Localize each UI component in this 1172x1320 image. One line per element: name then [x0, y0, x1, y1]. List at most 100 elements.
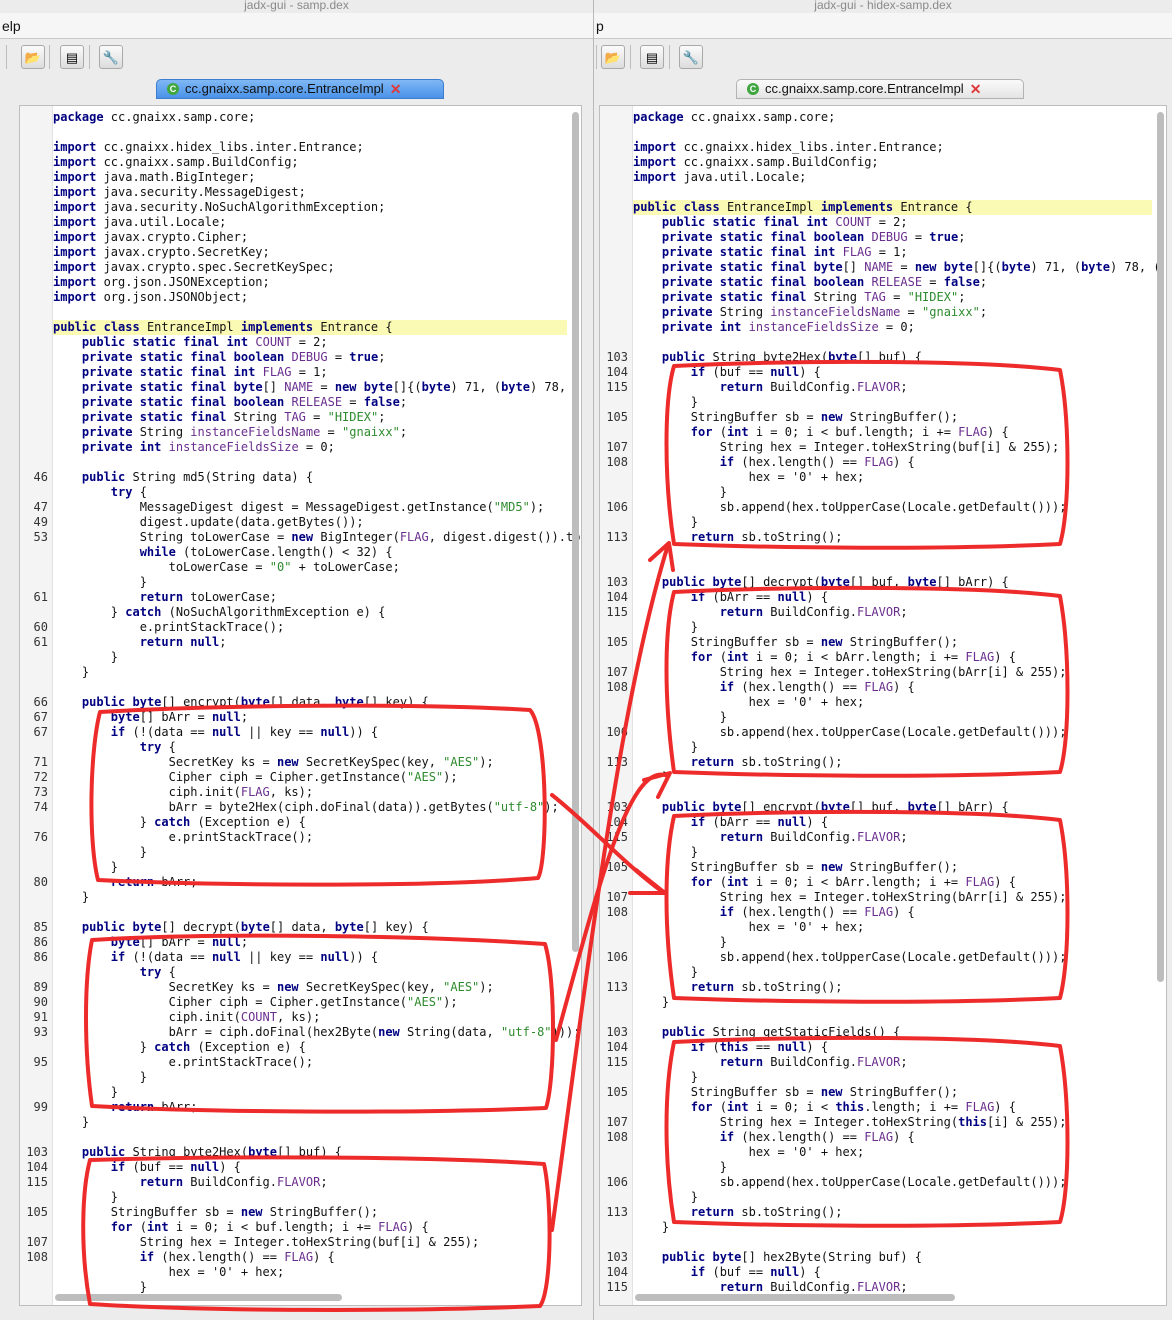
code-editor[interactable]: package cc.gnaixx.samp.core; import cc.gn… — [599, 105, 1167, 1306]
toolbar-separator — [630, 45, 631, 69]
code-text: hex = '0' + hex; — [633, 1145, 865, 1159]
code-line: 103 public String getStaticFields() { — [600, 1025, 1166, 1040]
preferences-wrench-icon[interactable]: 🔧 — [679, 45, 703, 69]
code-line: 85 public byte[] decrypt(byte[] data, by… — [20, 920, 581, 935]
code-line: 107 String hex = Integer.toHexString(buf… — [20, 1235, 581, 1250]
preferences-wrench-icon[interactable]: 🔧 — [99, 45, 123, 69]
code-text: ciph.init(FLAG, ks); — [53, 785, 314, 799]
code-line: package cc.gnaixx.samp.core; — [20, 110, 581, 125]
code-line: 107 String hex = Integer.toHexString(bAr… — [600, 665, 1166, 680]
horizontal-scrollbar[interactable] — [635, 1294, 955, 1301]
line-number: 104 — [606, 590, 628, 604]
close-tab-icon[interactable]: ✕ — [390, 79, 402, 99]
code-text: } — [53, 665, 90, 679]
code-line: import java.security.MessageDigest; — [20, 185, 581, 200]
line-number: 99 — [33, 1100, 48, 1114]
code-text: } catch (NoSuchAlgorithmException e) { — [53, 605, 386, 619]
code-text: String hex = Integer.toHexString(bArr[i]… — [633, 890, 1067, 904]
code-line: 46 public String md5(String data) { — [20, 470, 581, 485]
close-tab-icon[interactable]: ✕ — [970, 79, 982, 99]
line-number: 115 — [606, 605, 628, 619]
code-text: } — [633, 1070, 699, 1084]
code-line: 115 return BuildConfig.FLAVOR; — [600, 830, 1166, 845]
code-text: hex = '0' + hex; — [633, 470, 865, 484]
code-line: } catch (NoSuchAlgorithmException e) { — [20, 605, 581, 620]
code-text: import cc.gnaixx.hidex_libs.inter.Entran… — [53, 140, 364, 154]
code-text: } — [53, 1085, 119, 1099]
code-line: import java.security.NoSuchAlgorithmExce… — [20, 200, 581, 215]
code-text: } — [633, 770, 670, 784]
code-text: String hex = Integer.toHexString(buf[i] … — [633, 440, 1060, 454]
code-line: import javax.crypto.SecretKey; — [20, 245, 581, 260]
code-line: 60 e.printStackTrace(); — [20, 620, 581, 635]
code-line: } catch (Exception e) { — [20, 1040, 581, 1055]
flatten-packages-icon[interactable]: ▤ — [60, 45, 84, 69]
code-line: 108 if (hex.length() == FLAG) { — [600, 455, 1166, 470]
code-line: } — [600, 1190, 1166, 1205]
left-window: jadx-gui - samp.dex elp 📂 ▤ 🔧 C cc.gnaix… — [0, 0, 594, 1320]
code-text: import java.util.Locale; — [633, 170, 807, 184]
line-number: 67 — [33, 710, 48, 724]
line-number: 107 — [606, 890, 628, 904]
line-number: 105 — [26, 1205, 48, 1219]
code-line: private int instanceFieldsSize = 0; — [20, 440, 581, 455]
code-text: bArr = byte2Hex(ciph.doFinal(data)).getB… — [53, 800, 559, 814]
code-text: } — [633, 845, 699, 859]
code-text: if (hex.length() == FLAG) { — [719, 1130, 915, 1144]
vertical-scrollbar[interactable] — [1157, 112, 1164, 982]
code-line: 91 ciph.init(COUNT, ks); — [20, 1010, 581, 1025]
tab-entranceimpl[interactable]: C cc.gnaixx.samp.core.EntranceImpl ✕ — [156, 79, 444, 99]
line-number: 104 — [606, 1040, 628, 1054]
code-text: for (int i = 0; i < buf.length; i += FLA… — [690, 425, 1009, 439]
tab-entranceimpl[interactable]: C cc.gnaixx.samp.core.EntranceImpl ✕ — [736, 79, 1024, 99]
code-editor[interactable]: package cc.gnaixx.samp.core; import cc.gn… — [19, 105, 582, 1306]
line-number: 47 — [33, 500, 48, 514]
code-line: 107 String hex = Integer.toHexString(buf… — [600, 440, 1166, 455]
code-line: private int instanceFieldsSize = 0; — [600, 320, 1166, 335]
code-line: hex = '0' + hex; — [600, 470, 1166, 485]
open-file-icon[interactable]: 📂 — [21, 45, 45, 69]
open-file-icon[interactable]: 📂 — [601, 45, 625, 69]
code-text: sb.append(hex.toUpperCase(Locale.getDefa… — [633, 725, 1067, 739]
code-line: } — [20, 665, 581, 680]
code-line: 103 public String byte2Hex(byte[] buf) { — [600, 350, 1166, 365]
code-text: bArr = ciph.doFinal(hex2Byte(new String(… — [53, 1025, 581, 1039]
code-line: for (int i = 0; i < buf.length; i += FLA… — [600, 425, 1166, 440]
code-line: 113 return sb.toString(); — [600, 755, 1166, 770]
line-number: 61 — [33, 590, 48, 604]
code-text: } — [53, 860, 119, 874]
window-title: jadx-gui - hidex-samp.dex — [814, 0, 952, 12]
class-icon: C — [167, 83, 179, 95]
code-text: private int instanceFieldsSize = 0; — [661, 320, 915, 334]
vertical-scrollbar[interactable] — [572, 112, 579, 952]
code-text: if (bArr == null) { — [690, 590, 829, 604]
code-line: 105 StringBuffer sb = new StringBuffer()… — [600, 410, 1166, 425]
code-text: } — [633, 965, 699, 979]
line-number: 115 — [606, 1280, 628, 1294]
code-text: private static final byte[] NAME = new b… — [81, 380, 581, 394]
code-line: hex = '0' + hex; — [600, 695, 1166, 710]
code-text: public static final int COUNT = 2; — [81, 335, 328, 349]
code-line: 47 MessageDigest digest = MessageDigest.… — [20, 500, 581, 515]
code-line: } — [600, 1160, 1166, 1175]
line-number: 104 — [606, 365, 628, 379]
code-text: public byte[] decrypt(byte[] data, byte[… — [81, 920, 429, 934]
code-line: 104 if (bArr == null) { — [600, 590, 1166, 605]
code-line: } — [20, 1280, 581, 1295]
horizontal-scrollbar[interactable] — [55, 1294, 342, 1301]
line-number: 104 — [606, 1265, 628, 1279]
code-line: for (int i = 0; i < buf.length; i += FLA… — [20, 1220, 581, 1235]
code-line: private static final int FLAG = 1; — [600, 245, 1166, 260]
code-text: } — [633, 395, 699, 409]
code-line: 106 sb.append(hex.toUpperCase(Locale.get… — [600, 500, 1166, 515]
code-view: package cc.gnaixx.samp.core; import cc.gn… — [600, 110, 1166, 1295]
code-text: } — [633, 710, 727, 724]
code-text: StringBuffer sb = new StringBuffer(); — [53, 1205, 379, 1219]
line-number: 66 — [33, 695, 48, 709]
code-line: for (int i = 0; i < this.length; i += FL… — [600, 1100, 1166, 1115]
menu-help[interactable]: p — [596, 18, 604, 34]
flatten-packages-icon[interactable]: ▤ — [640, 45, 664, 69]
menu-help[interactable]: elp — [2, 18, 21, 34]
